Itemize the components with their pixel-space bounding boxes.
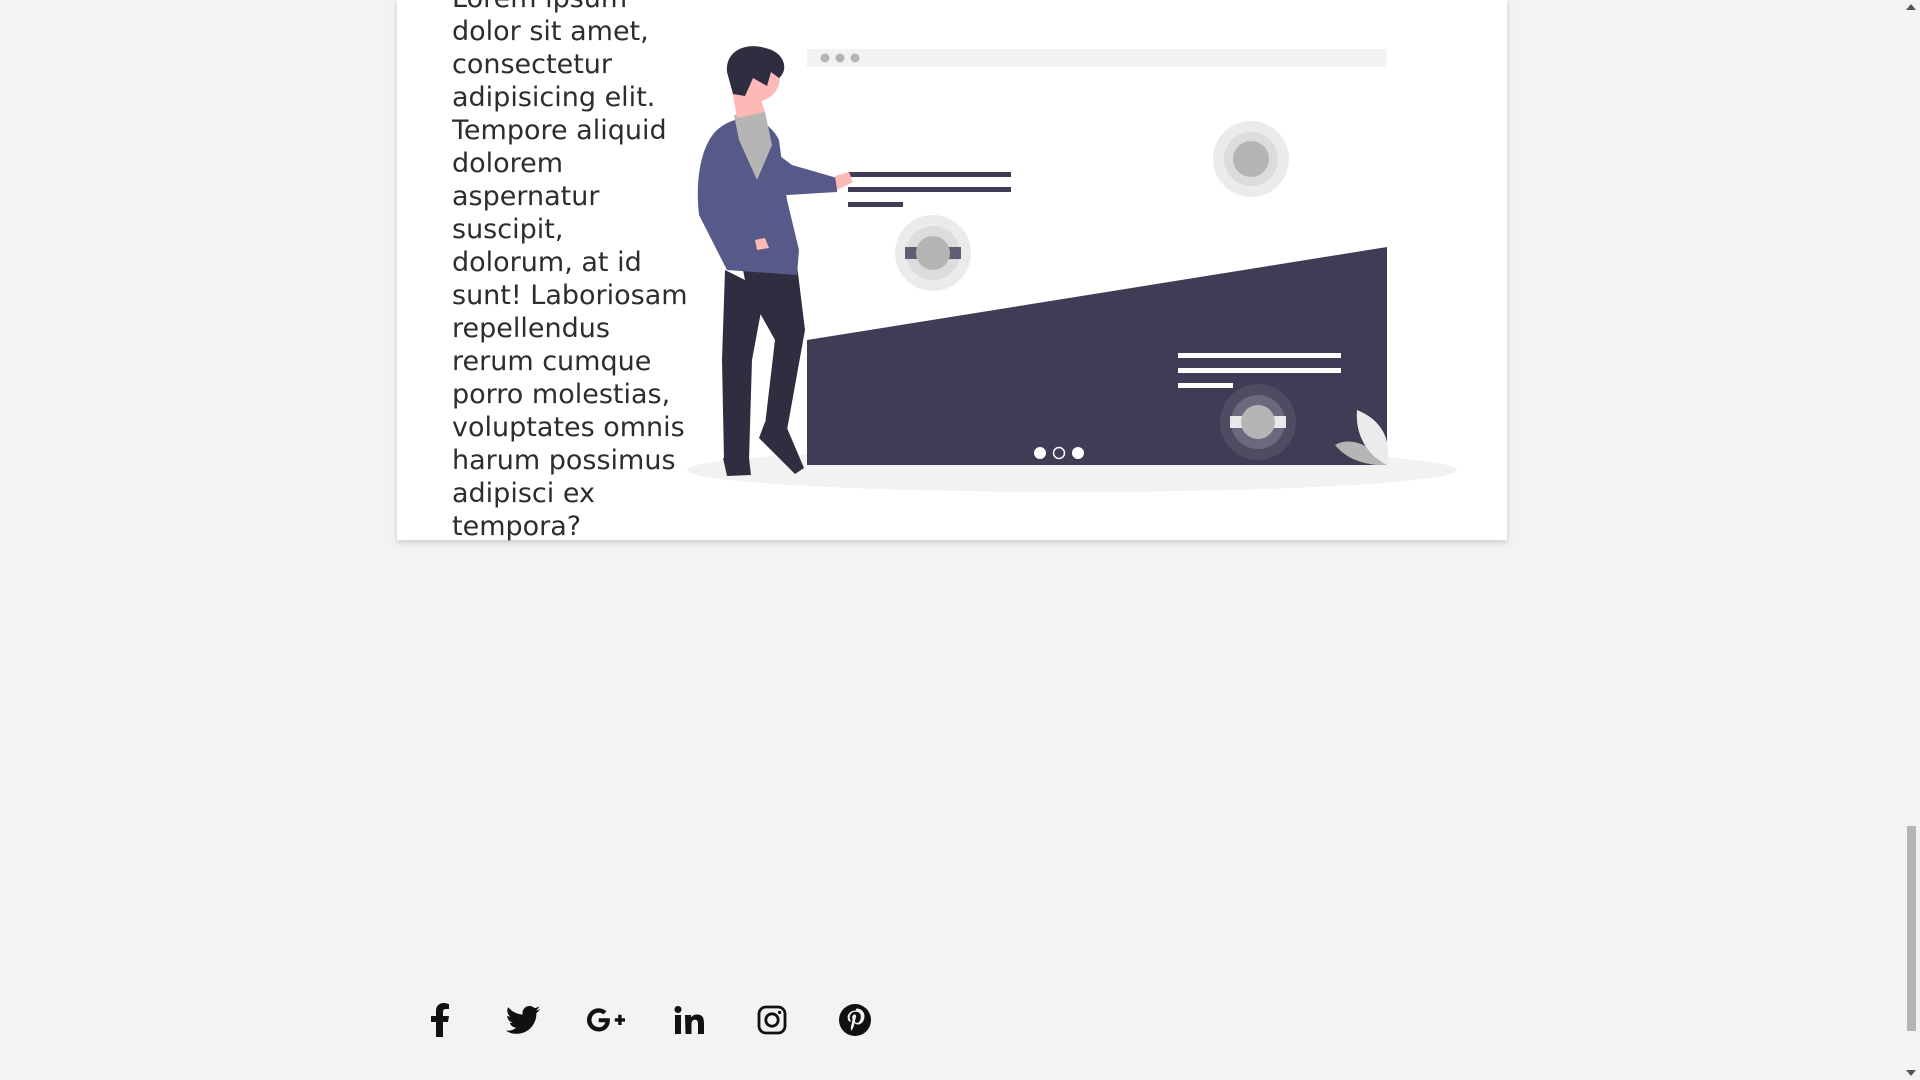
pinterest-link[interactable]: [835, 1000, 875, 1040]
browser-bar: [807, 49, 1387, 67]
text-line: [848, 202, 903, 207]
google-plus-link[interactable]: [586, 1000, 626, 1040]
scroll-up-arrow-icon[interactable]: [1906, 4, 1916, 10]
slider-dot: [1034, 447, 1046, 459]
panel-text-line: [1178, 368, 1341, 373]
instagram-icon: [757, 1005, 787, 1035]
page: Lorem ipsum dolor sit amet, consectetur …: [0, 0, 1920, 1080]
scrollbar-thumb[interactable]: [1907, 826, 1916, 1031]
panel-toggle-knob: [1241, 405, 1275, 439]
browser-dot: [835, 53, 845, 63]
slider-dot: [1072, 447, 1084, 459]
facebook-link[interactable]: [420, 1000, 460, 1040]
toggle-knob: [916, 236, 950, 270]
vertical-scrollbar[interactable]: [1902, 0, 1920, 1080]
text-line: [848, 172, 1011, 177]
panel-text-line: [1178, 383, 1233, 388]
linkedin-icon: [674, 1006, 704, 1034]
panel-text-line: [1178, 353, 1341, 358]
web-presentation-illustration: [687, 46, 1457, 492]
twitter-icon: [506, 1006, 540, 1034]
browser-dot: [850, 53, 860, 63]
instagram-link[interactable]: [752, 1000, 792, 1040]
text-line: [848, 187, 1011, 192]
linkedin-link[interactable]: [669, 1000, 709, 1040]
scroll-down-arrow-icon[interactable]: [1906, 1070, 1916, 1076]
social-links: [420, 995, 918, 1045]
card-paragraph: Lorem ipsum dolor sit amet, consectetur …: [452, 0, 688, 542]
facebook-icon: [431, 1003, 449, 1037]
google-plus-icon: [587, 1008, 625, 1032]
avatar-circle: [1233, 141, 1269, 177]
twitter-link[interactable]: [503, 1000, 543, 1040]
content-card: Lorem ipsum dolor sit amet, consectetur …: [397, 0, 1507, 542]
pinterest-icon: [839, 1004, 871, 1036]
browser-dot: [820, 53, 830, 63]
